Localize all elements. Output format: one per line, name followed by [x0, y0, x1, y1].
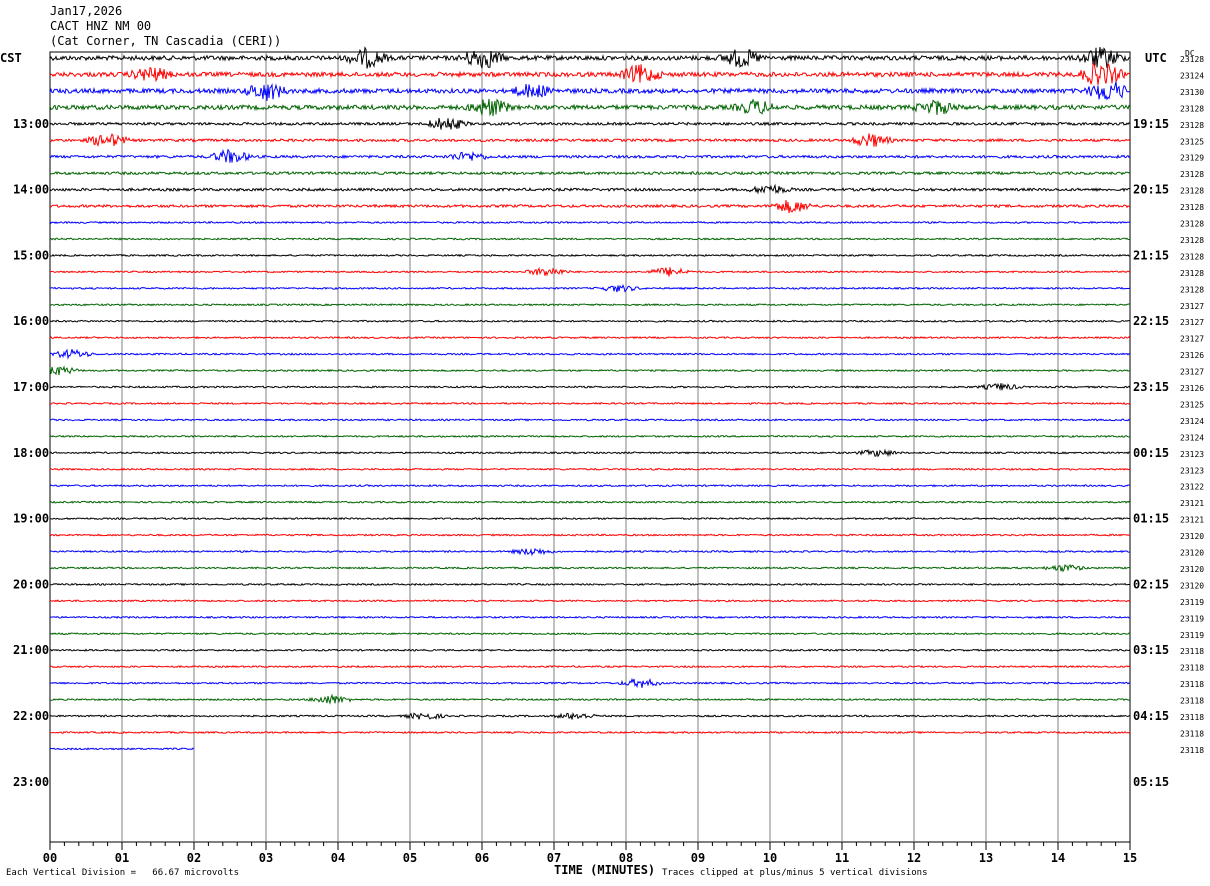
utc-hour-label: 02:15 [1133, 577, 1169, 591]
dc-offset-value: 23128 [1180, 220, 1204, 229]
dc-offset-value: 23123 [1180, 450, 1204, 459]
dc-offset-value: 23127 [1180, 368, 1204, 377]
dc-offset-value: 23118 [1180, 713, 1204, 722]
header-location: (Cat Corner, TN Cascadia (CERI)) [50, 34, 282, 48]
x-tick-label: 14 [1051, 851, 1065, 865]
x-tick-label: 09 [691, 851, 705, 865]
x-tick-label: 06 [475, 851, 489, 865]
dc-offset-labels: 23128 23124 23130 23128 23128 23125 23129 23128… [1180, 55, 1204, 755]
cst-hour-label: 16:00 [13, 314, 49, 328]
dc-offset-value: 23128 [1180, 269, 1204, 278]
x-tick-label: 03 [259, 851, 273, 865]
dc-offset-value: 23129 [1180, 154, 1204, 163]
x-tick-label: 15 [1123, 851, 1137, 865]
utc-hour-label: 23:15 [1133, 380, 1169, 394]
dc-offset-value: 23121 [1180, 499, 1204, 508]
dc-offset-value: 23128 [1180, 187, 1204, 196]
dc-offset-value: 23125 [1180, 137, 1204, 146]
utc-hour-label: 21:15 [1133, 248, 1169, 262]
cst-hour-label: 20:00 [13, 577, 49, 591]
dc-offset-value: 23128 [1180, 236, 1204, 245]
utc-hour-label: 05:15 [1133, 775, 1169, 789]
x-tick-label: 11 [835, 851, 849, 865]
x-tick-label: 05 [403, 851, 417, 865]
dc-offset-value: 23127 [1180, 318, 1204, 327]
x-tick-label: 02 [187, 851, 201, 865]
dc-offset-value: 23126 [1180, 384, 1204, 393]
x-tick-label: 04 [331, 851, 345, 865]
utc-hour-label: 04:15 [1133, 709, 1169, 723]
dc-offset-value: 23118 [1180, 746, 1204, 755]
utc-time-labels: 19:15 20:15 21:15 22:15 23:15 00:15 01:15 02:15… [1133, 117, 1169, 789]
header-date: Jan17,2026 [50, 4, 123, 18]
utc-hour-label: 22:15 [1133, 314, 1169, 328]
dc-offset-value: 23128 [1180, 104, 1204, 113]
header-station: CACT HNZ NM 00 [50, 19, 152, 33]
utc-hour-label: 03:15 [1133, 643, 1169, 657]
x-tick-label: 00 [43, 851, 57, 865]
utc-hour-label: 20:15 [1133, 183, 1169, 197]
cst-hour-label: 13:00 [13, 117, 49, 131]
cst-hour-label: 14:00 [13, 183, 49, 197]
dc-label: DC [1185, 49, 1195, 58]
dc-offset-value: 23124 [1180, 71, 1204, 80]
dc-offset-value: 23120 [1180, 532, 1204, 541]
cst-hour-label: 18:00 [13, 446, 49, 460]
dc-offset-value: 23118 [1180, 697, 1204, 706]
dc-offset-value: 23127 [1180, 302, 1204, 311]
seismogram-plot: 00 01 02 03 04 05 06 07 08 09 10 11 12 13 14 15 13:0014… [13, 46, 1204, 865]
cst-axis-label: CST [0, 51, 22, 65]
dc-offset-value: 23124 [1180, 433, 1204, 442]
dc-offset-value: 23128 [1180, 285, 1204, 294]
dc-offset-value: 23118 [1180, 729, 1204, 738]
dc-offset-value: 23123 [1180, 466, 1204, 475]
x-tick-label: 13 [979, 851, 993, 865]
x-axis: 00 01 02 03 04 05 06 07 08 09 10 11 12 13 14 15 [43, 842, 1137, 865]
x-tick-label: 10 [763, 851, 777, 865]
x-axis-title: TIME (MINUTES) [554, 863, 656, 877]
dc-offset-value: 23127 [1180, 335, 1204, 344]
dc-offset-value: 23130 [1180, 88, 1204, 97]
scale-note: Each Vertical Division = 66.67 microvolt… [6, 868, 239, 878]
dc-offset-value: 23118 [1180, 664, 1204, 673]
utc-hour-label: 19:15 [1133, 117, 1169, 131]
cst-hour-label: 22:00 [13, 709, 49, 723]
dc-offset-value: 23125 [1180, 400, 1204, 409]
utc-hour-label: 01:15 [1133, 512, 1169, 526]
cst-hour-label: 23:00 [13, 775, 49, 789]
cst-hour-label: 19:00 [13, 512, 49, 526]
x-tick-label: 01 [115, 851, 129, 865]
cst-hour-label: 21:00 [13, 643, 49, 657]
cst-hour-label: 15:00 [13, 248, 49, 262]
dc-offset-value: 23128 [1180, 170, 1204, 179]
dc-offset-value: 23128 [1180, 203, 1204, 212]
dc-offset-value: 23119 [1180, 631, 1204, 640]
dc-offset-value: 23120 [1180, 565, 1204, 574]
clip-note: Traces clipped at plus/minus 5 vertical … [662, 868, 928, 878]
utc-hour-label: 00:15 [1133, 446, 1169, 460]
dc-offset-value: 23128 [1180, 121, 1204, 130]
dc-offset-value: 23124 [1180, 417, 1204, 426]
cst-hour-label: 17:00 [13, 380, 49, 394]
x-tick-label: 12 [907, 851, 921, 865]
cst-time-labels: 13:00 14:00 15:00 16:00 17:00 18:00 19:00 20:00… [13, 117, 49, 789]
dc-offset-value: 23120 [1180, 549, 1204, 558]
dc-offset-value: 23118 [1180, 647, 1204, 656]
dc-offset-value: 23126 [1180, 351, 1204, 360]
dc-offset-value: 23128 [1180, 252, 1204, 261]
dc-offset-value: 23119 [1180, 614, 1204, 623]
dc-offset-value: 23120 [1180, 581, 1204, 590]
dc-offset-value: 23121 [1180, 516, 1204, 525]
plot-frame [49, 51, 1131, 843]
dc-offset-value: 23119 [1180, 598, 1204, 607]
dc-offset-value: 23118 [1180, 680, 1204, 689]
dc-offset-value: 23122 [1180, 483, 1204, 492]
utc-axis-label: UTC [1145, 51, 1167, 65]
